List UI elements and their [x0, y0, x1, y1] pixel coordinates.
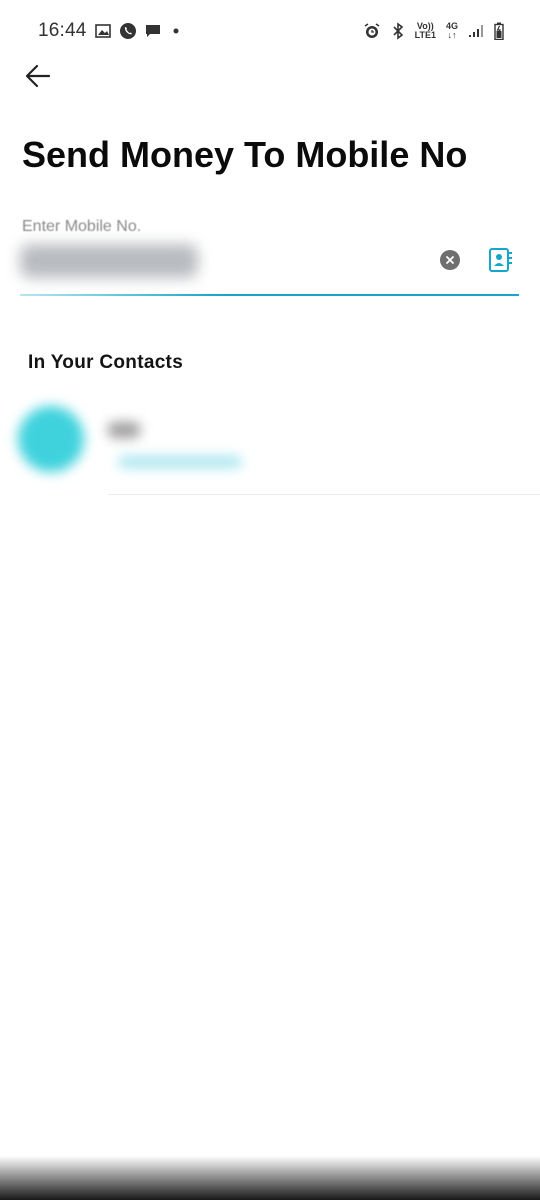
mobile-input-label: Enter Mobile No.	[22, 218, 142, 235]
contacts-section-heading: In Your Contacts	[28, 352, 184, 373]
back-arrow-icon	[24, 62, 52, 90]
whatsapp-call-icon	[119, 22, 137, 40]
message-icon	[145, 23, 161, 39]
mobile-input-underline	[20, 294, 519, 296]
network-4g-icon: 4G ↓↑	[446, 22, 458, 40]
clear-input-button[interactable]	[440, 250, 460, 270]
contact-avatar	[18, 406, 84, 472]
status-bar: 16:44 Vo)) LTE1 4G ↓↑	[0, 0, 540, 62]
volte-bottom-text: LTE1	[414, 30, 436, 40]
bluetooth-icon	[391, 22, 405, 40]
alarm-icon	[363, 22, 381, 40]
gesture-bar-area	[0, 1156, 540, 1200]
row-divider	[108, 494, 540, 495]
pick-contact-button[interactable]	[484, 244, 516, 276]
contact-number	[118, 456, 242, 468]
send-money-screen: 16:44 Vo)) LTE1 4G ↓↑ Send Money To Mobi…	[0, 0, 540, 1200]
dot-icon	[169, 26, 183, 36]
volte-icon: Vo)) LTE1	[415, 22, 436, 40]
network-arrows-text: ↓↑	[447, 30, 457, 40]
status-right: Vo)) LTE1 4G ↓↑	[363, 22, 504, 40]
battery-icon	[494, 22, 504, 40]
status-time: 16:44	[38, 20, 87, 41]
clear-icon	[445, 255, 455, 265]
contacts-book-icon	[486, 246, 514, 274]
contact-list-item[interactable]	[0, 396, 540, 496]
contact-name	[108, 422, 140, 438]
back-button[interactable]	[20, 58, 56, 94]
mobile-input-field[interactable]	[20, 244, 198, 278]
signal-icon	[468, 24, 484, 38]
page-title: Send Money To Mobile No	[22, 134, 468, 175]
status-left: 16:44	[38, 20, 183, 42]
gallery-icon	[94, 24, 111, 38]
